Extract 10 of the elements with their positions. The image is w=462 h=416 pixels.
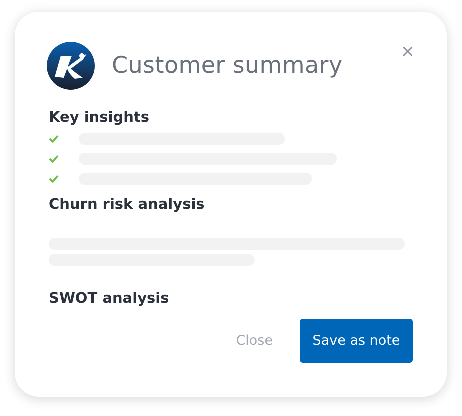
section-heading: Key insights (49, 110, 150, 126)
section-heading: Churn risk analysis (49, 197, 206, 213)
save-button[interactable]: Save as note (300, 319, 413, 363)
check-icon (49, 175, 59, 183)
dialog-title: Customer summary (112, 53, 343, 79)
check-icon (49, 155, 59, 163)
logo-icon (47, 42, 95, 90)
close-button[interactable]: Close (236, 325, 273, 357)
check-icon (49, 135, 59, 143)
section-heading: SWOT analysis (49, 291, 170, 307)
